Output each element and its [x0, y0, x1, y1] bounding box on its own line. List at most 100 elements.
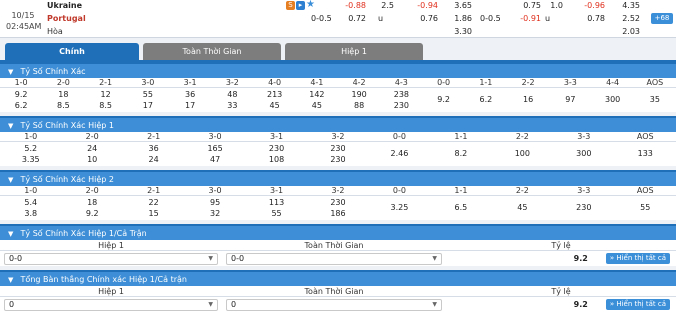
- score-odds-cell[interactable]: 300: [592, 88, 634, 112]
- first-half-select[interactable]: 0-0 ▼: [4, 252, 218, 265]
- odd-h-ah[interactable]: -0.88: [338, 0, 366, 11]
- score-odds-cell[interactable]: 22 15: [123, 196, 184, 220]
- score-odds-cell[interactable]: 36 17: [169, 88, 211, 112]
- section-ht-ft-score[interactable]: ▼ Tỷ Số Chính Xác Hiệp 1/Cả Trận: [0, 224, 676, 240]
- score-label: 0-0: [437, 78, 451, 87]
- score-odds-cell[interactable]: 55 17: [127, 88, 169, 112]
- score-label: 3-0: [208, 186, 222, 195]
- away-team[interactable]: Portugal: [47, 13, 86, 24]
- odd-draw-1x2[interactable]: 3.30: [444, 26, 472, 37]
- odds-value: 36: [185, 90, 196, 99]
- score-odds-cell[interactable]: 5.4 3.8: [0, 196, 61, 220]
- tv-icon[interactable]: ▸: [296, 1, 305, 10]
- section-correct-score-1h[interactable]: ▼ Tỷ Số Chính Xác Hiệp 1: [0, 116, 676, 132]
- score-odds-cell[interactable]: 213 45: [254, 88, 296, 112]
- score-odds-cell[interactable]: 24 10: [61, 142, 122, 166]
- score-odds-cell[interactable]: 2.46: [369, 142, 430, 166]
- score-odds-cell[interactable]: 230 230: [307, 142, 368, 166]
- odds-value: 3.8: [24, 209, 38, 218]
- odd-h-ou[interactable]: -0.94: [410, 0, 438, 11]
- score-odds-cell[interactable]: 12 8.5: [85, 88, 127, 112]
- score-odds-cell[interactable]: 165 47: [184, 142, 245, 166]
- show-all-button[interactable]: » Hiển thị tất cả: [605, 299, 670, 310]
- tab-main[interactable]: Chính: [5, 43, 139, 60]
- chevron-down-icon: ▼: [8, 68, 14, 76]
- score-odds-cell[interactable]: 97: [549, 88, 591, 112]
- match-date: 10/15: [11, 11, 35, 20]
- score-odds-cell[interactable]: 100: [492, 142, 553, 166]
- odds-value: 230: [330, 198, 346, 207]
- section-title: Tỷ Số Chính Xác: [20, 67, 86, 76]
- odd-1h-a-ah[interactable]: -0.91: [513, 13, 541, 24]
- score-label: 4-2: [352, 78, 366, 87]
- section-correct-score[interactable]: ▼ Tỷ Số Chính Xác: [0, 62, 676, 78]
- odds-value: 15: [148, 209, 159, 218]
- odds-value: 100: [514, 149, 530, 158]
- tab-bar: Chính Toàn Thời Gian Hiệp 1: [0, 38, 676, 62]
- odds-value: 165: [207, 144, 223, 153]
- score-odds-cell[interactable]: 133: [615, 142, 676, 166]
- odds-value: 113: [268, 198, 285, 207]
- score-odds-cell[interactable]: 190 88: [338, 88, 380, 112]
- score-odds-cell[interactable]: 35: [634, 88, 676, 112]
- tab-full-time[interactable]: Toàn Thời Gian: [143, 43, 281, 60]
- 1h-ah-line: 0-0.5: [480, 14, 501, 23]
- score-odds-cell[interactable]: 18 8.5: [42, 88, 84, 112]
- full-time-select[interactable]: 0-0 ▼: [226, 252, 442, 265]
- score-label: 2-1: [147, 132, 161, 141]
- odd-a-ah[interactable]: 0.72: [338, 13, 366, 24]
- score-odds-cell[interactable]: 230: [553, 196, 614, 220]
- score-label: 3-3: [577, 186, 591, 195]
- show-all-button[interactable]: » Hiển thị tất cả: [605, 253, 670, 264]
- score-odds-cell[interactable]: 9.2 6.2: [0, 88, 42, 112]
- odd-1h-ou[interactable]: -0.96: [577, 0, 605, 11]
- chevron-down-icon: ▼: [208, 254, 213, 262]
- score-odds-cell[interactable]: 230 108: [246, 142, 307, 166]
- odd-h-1x2[interactable]: 3.65: [444, 0, 472, 11]
- score-odds-cell[interactable]: 55: [615, 196, 676, 220]
- odds-value: 35: [649, 95, 660, 104]
- chevron-down-icon: ▼: [8, 230, 14, 238]
- score-odds-cell[interactable]: 9.2: [423, 88, 465, 112]
- section-correct-score-2h[interactable]: ▼ Tỷ Số Chính Xác Hiệp 2: [0, 170, 676, 186]
- home-team[interactable]: Ukraine: [47, 0, 82, 11]
- score-odds-cell[interactable]: 142 45: [296, 88, 338, 112]
- col-full-time: Toàn Thời Gian: [304, 241, 364, 250]
- score-odds-cell[interactable]: 113 55: [246, 196, 307, 220]
- odd-1h-a-ou[interactable]: 0.78: [577, 13, 605, 24]
- score-odds-cell[interactable]: 36 24: [123, 142, 184, 166]
- section-ht-ft-total-goals[interactable]: ▼ Tổng Bàn thắng Chính xác Hiệp 1/Cả trậ…: [0, 270, 676, 286]
- section-title: Tỷ Số Chính Xác Hiệp 1: [20, 121, 114, 130]
- score-odds-cell[interactable]: 230 186: [307, 196, 368, 220]
- odd-1h-draw-1x2[interactable]: 2.03: [612, 26, 640, 37]
- score-label: 4-3: [394, 78, 408, 87]
- score-odds-cell[interactable]: 3.25: [369, 196, 430, 220]
- odds-value: 17: [142, 101, 153, 110]
- score-odds-cell[interactable]: 48 33: [211, 88, 253, 112]
- score-odds-cell[interactable]: 6.5: [430, 196, 491, 220]
- favorite-star-icon[interactable]: ★: [306, 0, 315, 10]
- full-time-select[interactable]: 0 ▼: [226, 298, 442, 311]
- score-odds-cell[interactable]: 95 32: [184, 196, 245, 220]
- score-odds-cell[interactable]: 238 230: [380, 88, 422, 112]
- score-odds-cell[interactable]: 45: [492, 196, 553, 220]
- more-markets-button[interactable]: +68: [651, 13, 673, 24]
- score-odds-cell[interactable]: 16: [507, 88, 549, 112]
- odd-1h-a-1x2[interactable]: 2.52: [612, 13, 640, 24]
- score-odds-cell[interactable]: 5.2 3.35: [0, 142, 61, 166]
- odds-value: 213: [266, 90, 283, 99]
- score-odds-cell[interactable]: 300: [553, 142, 614, 166]
- odds-value: 33: [227, 101, 238, 110]
- stats-icon[interactable]: S: [286, 1, 295, 10]
- first-half-select[interactable]: 0 ▼: [4, 298, 218, 311]
- odd-a-1x2[interactable]: 1.86: [444, 13, 472, 24]
- score-odds-cell[interactable]: 6.2: [465, 88, 507, 112]
- score-label: 2-2: [515, 132, 529, 141]
- tab-first-half[interactable]: Hiệp 1: [285, 43, 423, 60]
- score-odds-cell[interactable]: 8.2: [430, 142, 491, 166]
- select-value: 0-0: [231, 253, 245, 263]
- under-label: u: [378, 14, 384, 23]
- odd-a-ou[interactable]: 0.76: [410, 13, 438, 24]
- score-odds-cell[interactable]: 18 9.2: [61, 196, 122, 220]
- odd-1h-1x2[interactable]: 4.35: [612, 0, 640, 11]
